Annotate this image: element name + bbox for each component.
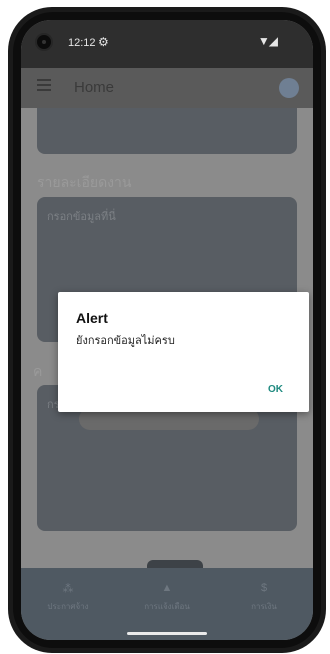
page-title: Home: [74, 79, 115, 96]
wifi-signal-icon: ▼◢: [257, 34, 278, 48]
nav-item-notifications[interactable]: ▲ การแจ้งเตือน: [122, 582, 212, 613]
camera-icon: [35, 33, 53, 51]
details-label: รายละเอียดงาน: [37, 174, 132, 190]
phone-frame: 12:12 ⚙ ▼◢ Home รายละเอียดงาน กรอกข้อมูล…: [8, 7, 326, 653]
alert-message: ยังกรอกข้อมูลไม่ครบ: [76, 335, 175, 347]
nav-item-announcements[interactable]: ⁂ ประกาศจ้าง: [23, 582, 113, 613]
dollar-icon: $: [260, 582, 268, 594]
second-label: ค: [33, 363, 43, 379]
settings-status-icon: ⚙: [98, 35, 109, 49]
nav-label-announcements: ประกาศจ้าง: [47, 602, 89, 611]
alert-dialog: Alert ยังกรอกข้อมูลไม่ครบ OK: [58, 292, 309, 412]
nav-item-finance[interactable]: $ การเงิน: [219, 582, 309, 613]
bottom-navigation: ⁂ ประกาศจ้าง ▲ การแจ้งเตือน $ การเงิน: [21, 568, 313, 640]
status-time: 12:12: [68, 37, 96, 49]
top-input-card[interactable]: [37, 108, 297, 154]
nav-label-finance: การเงิน: [251, 602, 277, 611]
phone-screen: 12:12 ⚙ ▼◢ Home รายละเอียดงาน กรอกข้อมูล…: [21, 20, 313, 640]
alert-title: Alert: [76, 310, 108, 326]
bell-icon: ▲: [161, 582, 173, 594]
ok-button[interactable]: OK: [268, 384, 283, 395]
avatar[interactable]: [279, 78, 299, 98]
app-bar: Home: [21, 68, 313, 108]
status-bar: 12:12 ⚙ ▼◢: [21, 20, 313, 68]
menu-icon[interactable]: [37, 79, 51, 91]
phone-bezel: 12:12 ⚙ ▼◢ Home รายละเอียดงาน กรอกข้อมูล…: [13, 12, 321, 648]
people-icon: ⁂: [62, 583, 74, 595]
home-indicator[interactable]: [127, 632, 207, 635]
nav-label-notifications: การแจ้งเตือน: [144, 602, 190, 611]
details-placeholder: กรอกข้อมูลที่นี่: [47, 211, 116, 223]
